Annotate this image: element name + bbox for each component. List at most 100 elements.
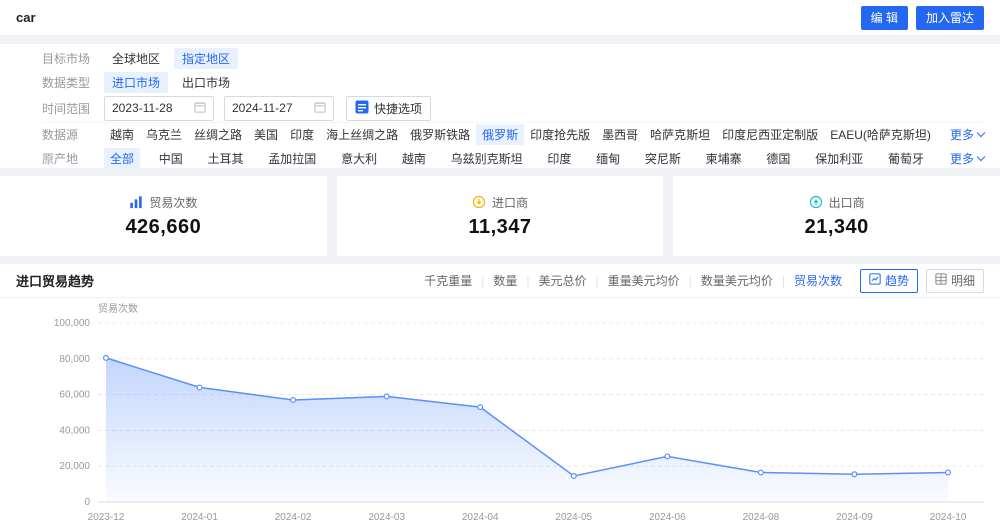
origin-option[interactable]: 柬埔寨 [700, 148, 748, 169]
metric-separator: | [481, 273, 485, 288]
data-source-option[interactable]: 印度 [284, 124, 320, 145]
origin-option[interactable]: 德国 [760, 148, 796, 169]
data-source-option[interactable]: EAEU(哈萨克斯坦) [824, 124, 937, 145]
quick-options-icon [355, 100, 369, 117]
svg-text:2024-09: 2024-09 [836, 512, 873, 523]
topbar: car 编 辑 加入雷达 [0, 0, 1000, 36]
stat-value: 21,340 [804, 215, 869, 238]
origin-option[interactable]: 保加利亚 [809, 148, 869, 169]
svg-text:2024-04: 2024-04 [462, 512, 499, 523]
detail-view-button[interactable]: 明细 [925, 268, 984, 293]
data-source-option[interactable]: 海上丝绸之路 [320, 124, 404, 145]
metric-option-2[interactable]: 美元总价 [539, 272, 587, 289]
filter-panel: 目标市场 全球地区 指定地区 数据类型 进口市场 出口市场 时间范围 2023-… [0, 44, 1000, 168]
time-range-label: 时间范围 [42, 101, 91, 116]
exporter-icon [809, 195, 823, 209]
calendar-icon [194, 101, 206, 116]
trend-button-label: 趋势 [884, 274, 909, 288]
table-icon [935, 273, 947, 288]
origin-option[interactable]: 土耳其 [202, 148, 250, 169]
quick-options-label: 快捷选项 [374, 101, 423, 116]
filter-row-origin: 原产地 全部 中国 土耳其 孟加拉国 意大利 越南 乌兹别克斯坦 印度 缅甸 突尼斯 柬埔寨 德国 保加… [42, 146, 986, 169]
stat-value: 11,347 [468, 215, 532, 238]
metric-option-4[interactable]: 数量美元均价 [701, 272, 773, 289]
chart-controls: 千克重量 | 数量 | 美元总价 | 重量美元均价 | 数量美元均价 | 贸易次数 趋势 明细 [424, 268, 984, 293]
origin-option[interactable]: 孟加拉国 [262, 148, 322, 169]
target-market-option-specified[interactable]: 指定地区 [174, 47, 239, 69]
stat-card: 贸易次数 426,660 [0, 176, 327, 256]
data-type-option-export[interactable]: 出口市场 [174, 72, 238, 93]
data-source-option[interactable]: 印度尼西亚定制版 [716, 124, 824, 145]
metric-option-1[interactable]: 数量 [493, 272, 517, 289]
add-to-radar-button[interactable]: 加入雷达 [915, 5, 984, 30]
stat-label: 进口商 [492, 195, 529, 210]
origin-option[interactable]: 缅甸 [590, 148, 626, 169]
origin-option[interactable]: 乌兹别克斯坦 [445, 148, 529, 169]
svg-text:2024-03: 2024-03 [368, 512, 405, 523]
svg-text:100,000: 100,000 [54, 318, 91, 329]
svg-text:2024-02: 2024-02 [275, 512, 312, 523]
stat-label: 出口商 [828, 195, 865, 210]
origin-option[interactable]: 全部 [104, 147, 141, 168]
metric-separator: | [595, 273, 599, 288]
end-date-input[interactable]: 2024-11-27 [224, 95, 334, 121]
origin-option[interactable]: 突尼斯 [639, 148, 687, 169]
svg-text:2024-05: 2024-05 [555, 512, 592, 523]
metric-separator: | [781, 273, 785, 288]
origin-option[interactable]: 葡萄牙 [882, 148, 930, 169]
data-source-option[interactable]: 墨西哥 [596, 124, 644, 145]
svg-text:60,000: 60,000 [59, 390, 90, 401]
chevron-down-icon [976, 128, 986, 138]
more-label: 更多 [949, 151, 974, 166]
filter-row-data-type: 数据类型 进口市场 出口市场 [42, 70, 984, 94]
origin-option[interactable]: 意大利 [335, 148, 383, 169]
data-type-label: 数据类型 [42, 75, 91, 90]
calendar-icon [314, 101, 326, 116]
filter-row-data-source: 数据源 越南 乌克兰 丝绸之路 美国 印度 海上丝绸之路 俄罗斯铁路 俄罗斯 印度抢先版 墨西哥哈… [42, 122, 986, 146]
metric-option-0[interactable]: 千克重量 [424, 272, 472, 289]
data-source-option[interactable]: 乌克兰 [140, 124, 188, 145]
trend-chart: 贸易次数 0 20,000 40,000 60,000 80,000 100,000 2023… [0, 298, 1000, 532]
filter-row-target-market: 目标市场 全球地区 指定地区 [42, 46, 984, 70]
data-source-label: 数据源 [42, 128, 79, 142]
data-source-option[interactable]: 美国 [248, 124, 284, 145]
svg-text:2024-08: 2024-08 [743, 512, 780, 523]
data-source-option[interactable]: 俄罗斯铁路 [404, 124, 476, 145]
svg-text:2024-10: 2024-10 [930, 512, 967, 523]
origin-option[interactable]: 印度 [541, 148, 577, 169]
data-source-more[interactable]: 更多 [950, 126, 986, 143]
origin-label: 原产地 [42, 151, 79, 166]
data-type-option-import[interactable]: 进口市场 [104, 71, 169, 93]
trend-view-button[interactable]: 趋势 [859, 268, 918, 293]
trend-chart-icon [869, 273, 881, 288]
origin-more[interactable]: 更多 [949, 150, 986, 167]
start-date-value: 2023-11-28 [112, 101, 173, 115]
metric-option-3[interactable]: 重量美元均价 [608, 272, 680, 289]
origin-options: 全部 中国 土耳其 孟加拉国 意大利 越南 乌兹别克斯坦 印度 缅甸 突尼斯 柬埔寨 德国 保加利亚 葡萄… [104, 147, 930, 169]
target-market-option-global[interactable]: 全球地区 [104, 48, 168, 69]
edit-button[interactable]: 编 辑 [860, 5, 908, 30]
start-date-input[interactable]: 2023-11-28 [104, 95, 214, 121]
metric-switcher: 千克重量 | 数量 | 美元总价 | 重量美元均价 | 数量美元均价 | 贸易次数 [424, 272, 842, 289]
data-source-option[interactable]: 印度抢先版 [524, 124, 596, 145]
svg-text:2023-12: 2023-12 [88, 512, 125, 523]
svg-text:0: 0 [84, 497, 90, 508]
data-source-option[interactable]: 越南 [104, 124, 140, 145]
quick-options-button[interactable]: 快捷选项 [346, 95, 432, 121]
stats-row: 贸易次数 426,660 进口商 11,347 出口商 21,340 [0, 176, 1000, 256]
stat-card: 进口商 11,347 [336, 176, 664, 256]
bar-chart-icon [129, 195, 143, 209]
svg-text:20,000: 20,000 [59, 461, 90, 472]
line-chart: 贸易次数 0 20,000 40,000 60,000 80,000 100,000 2023… [54, 302, 984, 523]
data-source-options: 越南 乌克兰 丝绸之路 美国 印度 海上丝绸之路 俄罗斯铁路 俄罗斯 印度抢先版 墨西哥 哈萨克斯坦… [104, 124, 931, 145]
origin-option[interactable]: 中国 [153, 148, 189, 169]
origin-option[interactable]: 越南 [396, 148, 432, 169]
data-source-option[interactable]: 丝绸之路 [188, 124, 248, 145]
metric-option-5[interactable]: 贸易次数 [794, 272, 842, 289]
data-source-option[interactable]: 哈萨克斯坦 [644, 124, 716, 145]
end-date-value: 2024-11-27 [232, 101, 293, 115]
svg-text:2024-01: 2024-01 [181, 512, 218, 523]
svg-text:2024-06: 2024-06 [649, 512, 686, 523]
stat-value: 426,660 [125, 215, 202, 238]
data-source-option[interactable]: 俄罗斯 [476, 124, 525, 145]
